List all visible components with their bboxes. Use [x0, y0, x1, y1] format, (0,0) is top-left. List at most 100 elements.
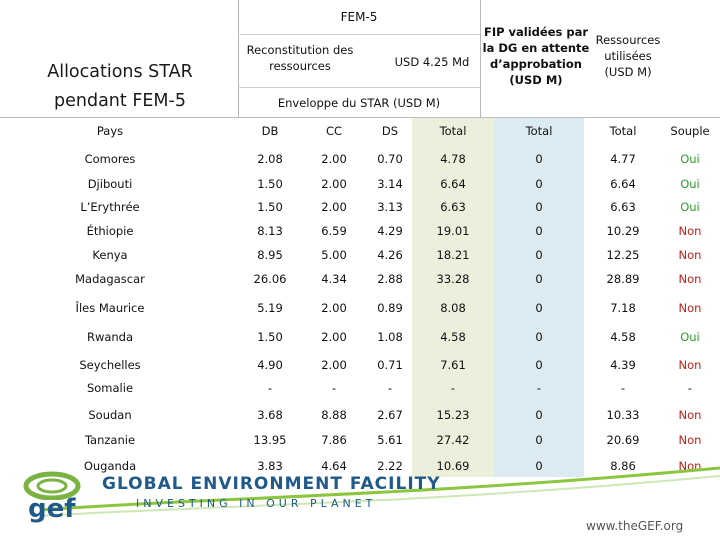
db-cell: 13.95: [253, 433, 287, 447]
gef-logo: gef: [20, 470, 84, 526]
souple-cell: Non: [678, 248, 702, 262]
header-bottom-line: [0, 117, 720, 118]
org-name: GLOBAL ENVIRONMENT FACILITY: [102, 474, 441, 494]
ds-cell: 4.26: [377, 248, 403, 262]
country-cell: Somalie: [86, 381, 134, 395]
db-cell: 4.90: [257, 358, 283, 372]
total-cell: 8.08: [440, 301, 466, 315]
souple-cell: Non: [678, 272, 702, 286]
col-header-total-star: Total: [439, 124, 467, 138]
cc-cell: 6.59: [321, 224, 347, 238]
cc-cell: 2.00: [321, 177, 347, 191]
country-cell: L’Erythrée: [80, 200, 140, 214]
souple-cell: Oui: [680, 152, 700, 166]
db-cell: 1.50: [257, 330, 283, 344]
cc-cell: 2.00: [321, 152, 347, 166]
usd-amount-label: USD 4.25 Md: [394, 55, 470, 69]
reconstitution-label: Reconstitution des ressources: [246, 43, 354, 73]
country-cell: Soudan: [88, 408, 132, 422]
total-cell: 33.28: [436, 272, 470, 286]
ds-cell: 0.89: [377, 301, 403, 315]
total-cell: 6.64: [440, 177, 466, 191]
souple-cell: Non: [678, 301, 702, 315]
fip-cell: 0: [535, 408, 543, 422]
country-cell: Djibouti: [87, 177, 133, 191]
resources-used-header: Ressources utilisées (USD M): [595, 33, 661, 79]
fip-header: FIP validées par la DG en attente d’appr…: [482, 25, 590, 87]
col-header-total-fip: Total: [525, 124, 553, 138]
db-cell: -: [267, 381, 273, 395]
total-cell: 18.21: [436, 248, 470, 262]
cc-cell: 2.00: [321, 200, 347, 214]
header-line-1: [238, 34, 480, 35]
country-cell: Madagascar: [75, 272, 145, 286]
db-cell: 5.19: [257, 301, 283, 315]
fip-cell: 0: [535, 301, 543, 315]
country-cell: Seychelles: [79, 358, 141, 372]
used-cell: 4.58: [610, 330, 636, 344]
country-cell: Rwanda: [86, 330, 134, 344]
col-header-ds: DS: [381, 124, 399, 138]
fip-cell: 0: [535, 248, 543, 262]
souple-cell: Oui: [680, 177, 700, 191]
country-cell: Kenya: [92, 248, 128, 262]
fip-cell: 0: [535, 224, 543, 238]
used-cell: 6.63: [610, 200, 636, 214]
ds-cell: 1.08: [377, 330, 403, 344]
ds-cell: 3.13: [377, 200, 403, 214]
total-cell: -: [450, 381, 456, 395]
fip-cell: 0: [535, 433, 543, 447]
fip-column-shading: [494, 117, 584, 477]
col-header-pays: Pays: [96, 124, 124, 138]
gef-url-link[interactable]: www.theGEF.org: [586, 519, 683, 533]
used-cell: 28.89: [606, 272, 640, 286]
envelope-label: Enveloppe du STAR (USD M): [277, 96, 441, 110]
ds-cell: 2.67: [377, 408, 403, 422]
used-cell: 6.64: [610, 177, 636, 191]
ds-cell: 5.61: [377, 433, 403, 447]
cc-cell: 7.86: [321, 433, 347, 447]
col-header-total-used: Total: [609, 124, 637, 138]
db-cell: 1.50: [257, 200, 283, 214]
ds-cell: 2.88: [377, 272, 403, 286]
country-cell: Îles Maurice: [75, 301, 145, 315]
souple-cell: Non: [678, 433, 702, 447]
fem5-label: FEM-5: [340, 10, 378, 24]
ds-cell: 0.71: [377, 358, 403, 372]
total-cell: 7.61: [440, 358, 466, 372]
db-cell: 26.06: [253, 272, 287, 286]
gef-logo-text: gef: [28, 494, 76, 524]
db-cell: 8.13: [257, 224, 283, 238]
db-cell: 3.68: [257, 408, 283, 422]
country-cell: Comores: [84, 152, 136, 166]
used-cell: 10.29: [606, 224, 640, 238]
used-cell: 20.69: [606, 433, 640, 447]
cc-cell: 2.00: [321, 358, 347, 372]
fip-cell: 0: [535, 152, 543, 166]
cc-cell: -: [331, 381, 337, 395]
used-cell: -: [620, 381, 626, 395]
total-cell: 15.23: [436, 408, 470, 422]
col-header-souple: Souple: [670, 124, 710, 138]
used-cell: 10.33: [606, 408, 640, 422]
total-cell: 6.63: [440, 200, 466, 214]
cc-cell: 2.00: [321, 301, 347, 315]
used-cell: 7.18: [610, 301, 636, 315]
ds-cell: -: [387, 381, 393, 395]
souple-cell: Oui: [680, 200, 700, 214]
fip-cell: 0: [535, 330, 543, 344]
cc-cell: 8.88: [321, 408, 347, 422]
souple-cell: Non: [678, 408, 702, 422]
used-cell: 4.39: [610, 358, 636, 372]
country-cell: Éthiopie: [86, 224, 134, 238]
total-cell: 4.58: [440, 330, 466, 344]
ds-cell: 4.29: [377, 224, 403, 238]
page-title: Allocations STAR pendant FEM-5: [47, 62, 193, 111]
header-line-2: [238, 87, 480, 88]
fip-cell: 0: [535, 358, 543, 372]
total-cell: 27.42: [436, 433, 470, 447]
ds-cell: 3.14: [377, 177, 403, 191]
used-cell: 4.77: [610, 152, 636, 166]
total-cell: 4.78: [440, 152, 466, 166]
ds-cell: 0.70: [377, 152, 403, 166]
